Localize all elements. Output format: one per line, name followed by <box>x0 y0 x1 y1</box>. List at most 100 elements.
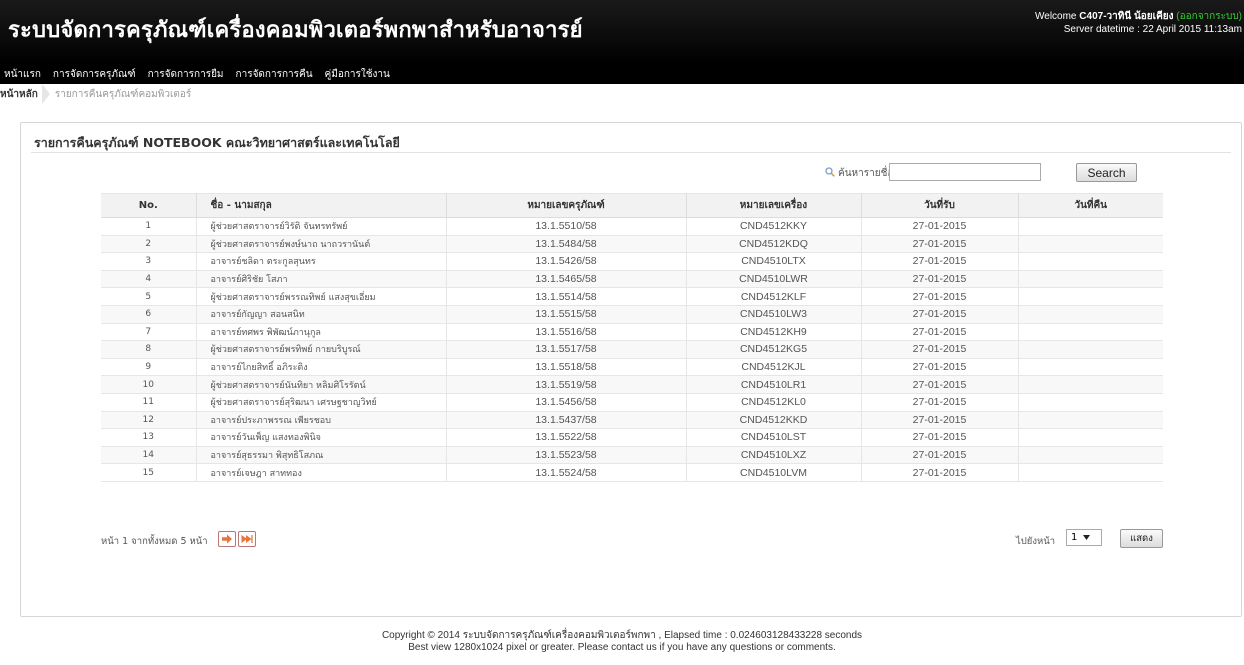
cell-no: 7 <box>101 323 197 342</box>
cell-received-date: 27-01-2015 <box>861 323 1019 342</box>
footer-note: Best view 1280x1024 pixel or greater. Pl… <box>408 642 836 653</box>
cell-name: ผู้ช่วยศาสตราจารย์วิรัติ จันทรทรัพย์ <box>196 217 447 236</box>
cell-return-date <box>1018 393 1163 412</box>
cell-name: ผู้ช่วยศาสตราจารย์นันทิยา หลิมศิโรรัตน์ <box>196 375 447 394</box>
table-row[interactable]: 8 ผู้ช่วยศาสตราจารย์พรทิพย์ กายบริบูรณ์ 13… <box>101 340 1163 359</box>
cell-return-date <box>1018 375 1163 394</box>
cell-name: อาจารย์ศิริชัย โสภา <box>196 270 447 289</box>
table-row[interactable]: 7 อาจารย์ทศพร พิพัฒน์ภานุกูล 13.1.5516/58 C… <box>101 323 1163 342</box>
server-datetime: Server datetime : 22 April 2015 11:13am <box>1063 24 1242 35</box>
cell-asset-number: 13.1.5524/58 <box>446 463 687 482</box>
cell-received-date: 27-01-2015 <box>861 305 1019 324</box>
table-row[interactable]: 10 ผู้ช่วยศาสตราจารย์นันทิยา หลิมศิโรรัตน… <box>101 375 1163 394</box>
panel-divider <box>31 152 1231 153</box>
cell-name: อาจารย์ทศพร พิพัฒน์ภานุกูล <box>196 323 447 342</box>
cell-serial-number: CND4512KJL <box>686 358 862 377</box>
header-return-date: วันที่คืน <box>1018 193 1163 218</box>
search-input[interactable] <box>889 163 1041 181</box>
cell-no: 3 <box>101 252 197 271</box>
cell-return-date <box>1018 446 1163 465</box>
search-button[interactable]: Search <box>1076 163 1137 182</box>
cell-return-date <box>1018 323 1163 342</box>
cell-received-date: 27-01-2015 <box>861 287 1019 306</box>
nav-home[interactable]: หน้าแรก <box>4 67 41 82</box>
table-row[interactable]: 1 ผู้ช่วยศาสตราจารย์วิรัติ จันทรทรัพย์ 13.… <box>101 217 1163 236</box>
nav-borrow-management[interactable]: การจัดการการยืม <box>148 67 224 82</box>
table-row[interactable]: 15 อาจารย์เจษฎา สาททอง 13.1.5524/58 CND4510… <box>101 463 1163 482</box>
table-header-row: No. ชื่อ - นามสกุล หมายเลขครุภัณฑ์ หมายเ… <box>101 193 1163 218</box>
cell-received-date: 27-01-2015 <box>861 340 1019 359</box>
cell-received-date: 27-01-2015 <box>861 428 1019 447</box>
app-title: ระบบจัดการครุภัณฑ์เครื่องคอมพิวเตอร์พกพา… <box>8 18 583 43</box>
header-asset-number: หมายเลขครุภัณฑ์ <box>446 193 687 218</box>
search-icon <box>825 167 835 177</box>
show-page-button[interactable]: แสดง <box>1120 529 1163 548</box>
app-root: ระบบจัดการครุภัณฑ์เครื่องคอมพิวเตอร์พกพา… <box>0 0 1244 665</box>
cell-received-date: 27-01-2015 <box>861 411 1019 430</box>
logout-link[interactable]: (ออกจากระบบ) <box>1176 11 1242 22</box>
cell-no: 10 <box>101 375 197 394</box>
table-row[interactable]: 13 อาจารย์วันเพ็ญ แสงทองพินิจ 13.1.5522/58… <box>101 428 1163 447</box>
table-row[interactable]: 6 อาจารย์กัญญา สอนสนิท 13.1.5515/58 CND4510… <box>101 305 1163 324</box>
panel-title: รายการคืนครุภัณฑ์ NOTEBOOK คณะวิทยาศาสตร… <box>34 135 400 150</box>
next-page-icon <box>222 534 232 544</box>
cell-no: 4 <box>101 270 197 289</box>
cell-asset-number: 13.1.5518/58 <box>446 358 687 377</box>
user-name: C407-วาทินี น้อยเคียง <box>1079 11 1174 22</box>
cell-no: 6 <box>101 305 197 324</box>
table-row[interactable]: 12 อาจารย์ประภาพรรณ เพียรชอบ 13.1.5437/58 C… <box>101 411 1163 430</box>
nav-return-management[interactable]: การจัดการการคืน <box>236 67 313 82</box>
return-table: No. ชื่อ - นามสกุล หมายเลขครุภัณฑ์ หมายเ… <box>101 193 1163 482</box>
cell-name: ผู้ช่วยศาสตราจารย์พงษ์นาถ นาถวรานันต์ <box>196 235 447 254</box>
last-page-icon <box>241 535 253 543</box>
cell-name: อาจารย์ไกยสิทธิ์ อภิระติง <box>196 358 447 377</box>
cell-serial-number: CND4510LWR <box>686 270 862 289</box>
cell-no: 12 <box>101 411 197 430</box>
cell-asset-number: 13.1.5510/58 <box>446 217 687 236</box>
table-row[interactable]: 4 อาจารย์ศิริชัย โสภา 13.1.5465/58 CND4510L… <box>101 270 1163 289</box>
cell-asset-number: 13.1.5465/58 <box>446 270 687 289</box>
cell-asset-number: 13.1.5516/58 <box>446 323 687 342</box>
cell-received-date: 27-01-2015 <box>861 358 1019 377</box>
cell-asset-number: 13.1.5514/58 <box>446 287 687 306</box>
cell-received-date: 27-01-2015 <box>861 463 1019 482</box>
cell-no: 5 <box>101 287 197 306</box>
cell-no: 1 <box>101 217 197 236</box>
cell-return-date <box>1018 463 1163 482</box>
nav-asset-management[interactable]: การจัดการครุภัณฑ์ <box>53 67 136 82</box>
table-row[interactable]: 11 ผู้ช่วยศาสตราจารย์สุริฒนา เศรษฐชาญวิทย… <box>101 393 1163 412</box>
goto-page-select[interactable]: 1 <box>1066 529 1102 546</box>
cell-serial-number: CND4510LST <box>686 428 862 447</box>
cell-received-date: 27-01-2015 <box>861 393 1019 412</box>
cell-serial-number: CND4510LTX <box>686 252 862 271</box>
cell-return-date <box>1018 270 1163 289</box>
table-row[interactable]: 3 อาจารย์ชลิดา ตระกูลสุนทร 13.1.5426/58 CND… <box>101 252 1163 271</box>
table-row[interactable]: 2 ผู้ช่วยศาสตราจารย์พงษ์นาถ นาถวรานันต์ 13… <box>101 235 1163 254</box>
cell-asset-number: 13.1.5426/58 <box>446 252 687 271</box>
table-row[interactable]: 9 อาจารย์ไกยสิทธิ์ อภิระติง 13.1.5518/58 CN… <box>101 358 1163 377</box>
cell-return-date <box>1018 411 1163 430</box>
cell-asset-number: 13.1.5484/58 <box>446 235 687 254</box>
main-nav: หน้าแรก การจัดการครุภัณฑ์ การจัดการการยื… <box>0 64 1244 84</box>
header-received-date: วันที่รับ <box>861 193 1019 218</box>
next-page-button[interactable] <box>218 531 236 547</box>
pagination-info: หน้า 1 จากทั้งหมด 5 หน้า <box>101 536 208 547</box>
last-page-button[interactable] <box>238 531 256 547</box>
cell-asset-number: 13.1.5515/58 <box>446 305 687 324</box>
header-serial-number: หมายเลขเครื่อง <box>686 193 862 218</box>
user-info: Welcome C407-วาทินี น้อยเคียง (ออกจากระบ… <box>1035 10 1242 36</box>
cell-asset-number: 13.1.5456/58 <box>446 393 687 412</box>
table-row[interactable]: 14 อาจารย์สุธรรมา พิสุทธิโสภณ 13.1.5523/58… <box>101 446 1163 465</box>
cell-name: ผู้ช่วยศาสตราจารย์สุริฒนา เศรษฐชาญวิทย์ <box>196 393 447 412</box>
breadcrumb-home[interactable]: หน้าหลัก <box>0 87 38 102</box>
nav-user-manual[interactable]: คู่มือการใช้งาน <box>325 67 390 82</box>
chevron-down-icon <box>1083 535 1091 540</box>
cell-no: 13 <box>101 428 197 447</box>
app-header: ระบบจัดการครุภัณฑ์เครื่องคอมพิวเตอร์พกพา… <box>0 0 1244 64</box>
cell-asset-number: 13.1.5519/58 <box>446 375 687 394</box>
cell-serial-number: CND4510LVM <box>686 463 862 482</box>
cell-name: อาจารย์วันเพ็ญ แสงทองพินิจ <box>196 428 447 447</box>
cell-serial-number: CND4510LR1 <box>686 375 862 394</box>
cell-no: 11 <box>101 393 197 412</box>
table-row[interactable]: 5 ผู้ช่วยศาสตราจารย์พรรณทิพย์ แสงสุขเอี่ย… <box>101 287 1163 306</box>
